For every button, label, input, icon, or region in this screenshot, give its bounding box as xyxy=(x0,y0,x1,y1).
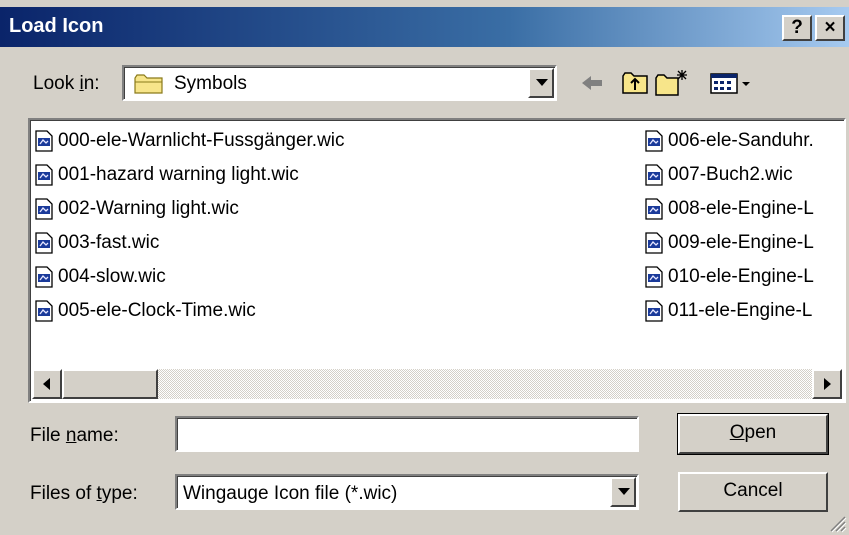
file-item[interactable]: 010-ele-Engine-L xyxy=(644,262,814,292)
scroll-right-button[interactable] xyxy=(812,369,842,399)
chevron-down-icon[interactable] xyxy=(528,68,554,98)
wic-file-icon xyxy=(645,130,663,152)
look-in-label: Look in: xyxy=(33,73,100,94)
file-name-label: File name: xyxy=(30,425,119,446)
file-item[interactable]: 001-hazard warning light.wic xyxy=(34,160,299,190)
close-button[interactable]: × xyxy=(815,15,845,41)
wic-file-icon xyxy=(645,198,663,220)
cancel-button[interactable]: Cancel xyxy=(678,472,828,512)
file-item[interactable]: 006-ele-Sanduhr. xyxy=(644,126,814,156)
file-item[interactable]: 000-ele-Warnlicht-Fussgänger.wic xyxy=(34,126,345,156)
window-title: Load Icon xyxy=(9,15,104,37)
wic-file-icon xyxy=(35,164,53,186)
wic-file-icon xyxy=(645,164,663,186)
file-name: 007-Buch2.wic xyxy=(668,164,793,185)
chevron-down-icon[interactable] xyxy=(610,477,636,507)
wic-file-icon xyxy=(35,130,53,152)
resize-grip-icon[interactable] xyxy=(825,511,847,533)
file-name: 002-Warning light.wic xyxy=(58,198,239,219)
new-folder-icon[interactable] xyxy=(654,68,690,98)
folder-icon xyxy=(134,74,163,94)
file-item[interactable]: 009-ele-Engine-L xyxy=(644,228,814,258)
wic-file-icon xyxy=(645,300,663,322)
wic-file-icon xyxy=(645,232,663,254)
file-item[interactable]: 008-ele-Engine-L xyxy=(644,194,814,224)
file-type-value: Wingauge Icon file (*.wic) xyxy=(183,483,398,504)
file-name: 008-ele-Engine-L xyxy=(668,198,814,219)
back-icon[interactable] xyxy=(578,68,606,98)
file-list[interactable]: 000-ele-Warnlicht-Fussgänger.wic 001-haza… xyxy=(28,118,846,403)
file-name: 001-hazard warning light.wic xyxy=(58,164,299,185)
up-folder-icon[interactable] xyxy=(620,68,650,98)
file-item[interactable]: 011-ele-Engine-L xyxy=(644,296,812,326)
wic-file-icon xyxy=(35,266,53,288)
file-name: 009-ele-Engine-L xyxy=(668,232,814,253)
scrollbar-thumb[interactable] xyxy=(62,369,158,399)
file-name: 005-ele-Clock-Time.wic xyxy=(58,300,256,321)
file-name: 003-fast.wic xyxy=(58,232,160,253)
file-type-label: Files of type: xyxy=(30,483,138,504)
file-name: 010-ele-Engine-L xyxy=(668,266,814,287)
file-item[interactable]: 002-Warning light.wic xyxy=(34,194,239,224)
wic-file-icon xyxy=(35,232,53,254)
wic-file-icon xyxy=(35,300,53,322)
look-in-value: Symbols xyxy=(174,73,247,94)
file-item[interactable]: 003-fast.wic xyxy=(34,228,159,258)
file-item[interactable]: 005-ele-Clock-Time.wic xyxy=(34,296,256,326)
view-menu-icon[interactable] xyxy=(709,68,757,98)
open-button[interactable]: Open xyxy=(677,413,829,455)
file-name: 004-slow.wic xyxy=(58,266,166,287)
wic-file-icon xyxy=(645,266,663,288)
wic-file-icon xyxy=(35,198,53,220)
file-name: 000-ele-Warnlicht-Fussgänger.wic xyxy=(58,130,345,151)
file-item[interactable]: 007-Buch2.wic xyxy=(644,160,793,190)
file-name: 011-ele-Engine-L xyxy=(668,300,813,321)
scroll-left-button[interactable] xyxy=(32,369,62,399)
look-in-dropdown[interactable]: Symbols xyxy=(122,65,557,101)
file-name: 006-ele-Sanduhr. xyxy=(668,130,814,151)
file-item[interactable]: 004-slow.wic xyxy=(34,262,166,292)
load-icon-dialog: Load Icon ? × Look in: Symbols 000-ele-W… xyxy=(0,0,849,535)
title-bar[interactable]: Load Icon ? × xyxy=(0,7,849,47)
file-type-dropdown[interactable]: Wingauge Icon file (*.wic) xyxy=(175,474,639,510)
horizontal-scrollbar[interactable] xyxy=(32,369,842,399)
help-button[interactable]: ? xyxy=(782,15,812,41)
file-name-input[interactable] xyxy=(175,416,639,452)
